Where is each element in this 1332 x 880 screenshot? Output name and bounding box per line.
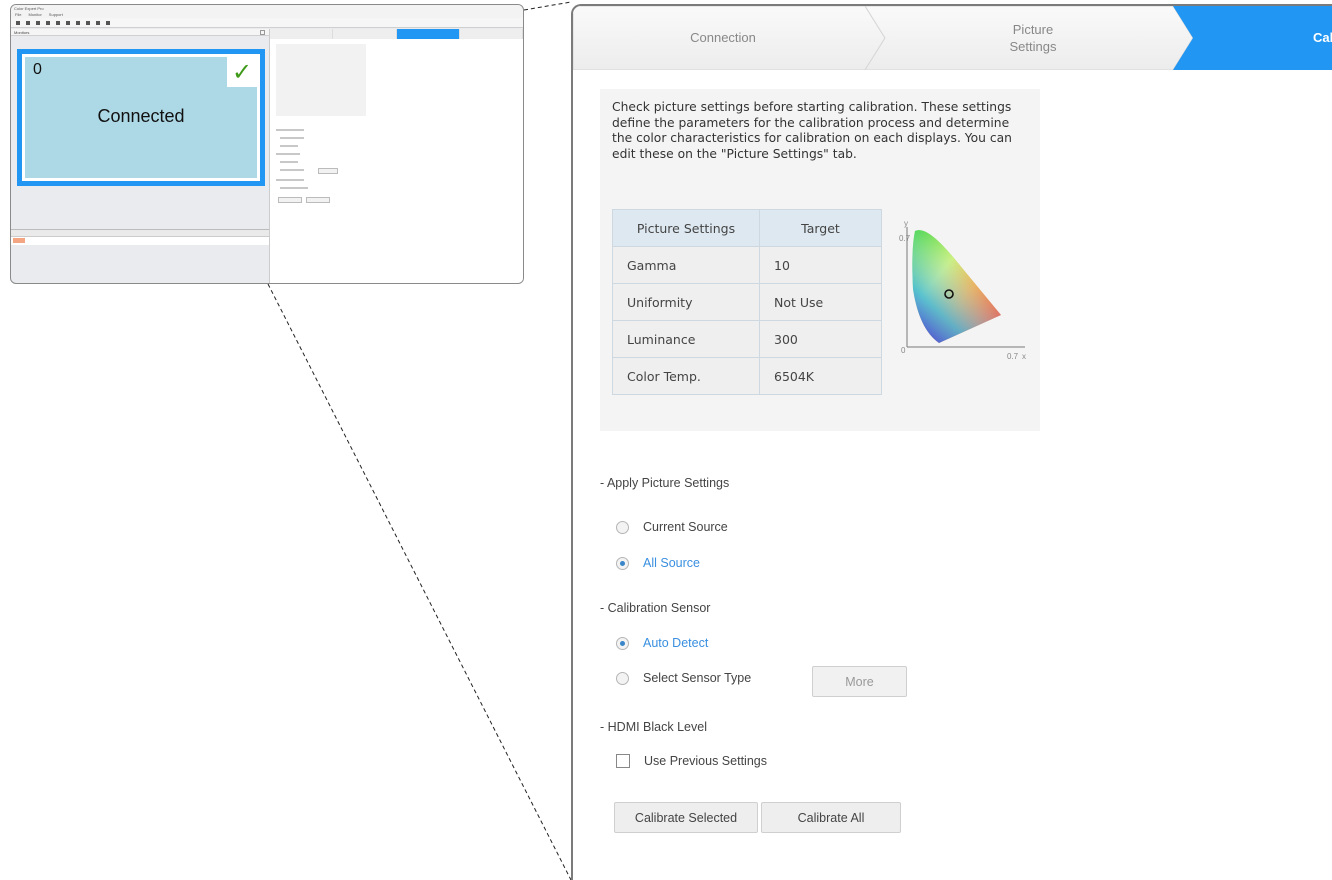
radio-button-icon[interactable] [616, 520, 629, 534]
wizard-tabs: Connection Picture Settings Cal [573, 6, 1332, 70]
checkbox-label: Use Previous Settings [644, 754, 767, 768]
calibrate-selected-button[interactable]: Calibrate Selected [614, 802, 758, 833]
table-cell: Color Temp. [612, 357, 760, 395]
table-cell: Gamma [612, 246, 760, 284]
radio-label: Select Sensor Type [643, 671, 752, 685]
table-cell: Not Use [759, 283, 882, 321]
gamut-x-tick-label: 0.7 [1007, 352, 1019, 361]
radio-all-source[interactable]: All Source [616, 556, 700, 570]
table-cell: 300 [759, 320, 882, 358]
apply-picture-settings-heading: - Apply Picture Settings [600, 476, 730, 490]
radio-label: Auto Detect [643, 636, 709, 650]
color-gamut-diagram: y 0.7 0 0.7 x [899, 219, 1026, 361]
gamut-y-axis-label: y [904, 219, 908, 228]
use-previous-settings-checkbox[interactable]: Use Previous Settings [616, 754, 767, 768]
hdmi-black-level-heading: - HDMI Black Level [600, 720, 707, 734]
tab-picture-settings-label[interactable]: Picture Settings [943, 21, 1123, 55]
table-cell: 6504K [759, 357, 882, 395]
radio-select-sensor-type[interactable]: Select Sensor Type [616, 671, 751, 685]
table-cell: Uniformity [612, 283, 760, 321]
table-cell: 10 [759, 246, 882, 284]
more-button[interactable]: More [812, 666, 907, 697]
gamut-origin-label: 0 [901, 346, 906, 355]
tab-connection-label[interactable]: Connection [633, 29, 813, 46]
table-header-cell: Picture Settings [612, 209, 760, 247]
table-header-cell: Target [759, 209, 882, 247]
gamut-y-tick-label: 0.7 [899, 234, 911, 243]
table-row: Gamma 10 [612, 246, 882, 284]
radio-button-icon[interactable] [616, 671, 629, 685]
table-cell: Luminance [612, 320, 760, 358]
radio-current-source[interactable]: Current Source [616, 520, 728, 534]
radio-label: Current Source [643, 520, 728, 534]
radio-label: All Source [643, 556, 700, 570]
calibration-sensor-heading: - Calibration Sensor [600, 601, 711, 615]
tab-calibration-shape[interactable] [1173, 6, 1332, 70]
table-row: Uniformity Not Use [612, 283, 882, 321]
gamut-x-axis-label: x [1022, 352, 1026, 361]
table-row: Luminance 300 [612, 320, 882, 358]
tab-calibration-label[interactable]: Cal [1313, 29, 1332, 46]
calibrate-all-button[interactable]: Calibrate All [761, 802, 901, 833]
radio-button-selected-icon[interactable] [616, 556, 629, 570]
checkbox-icon[interactable] [616, 754, 630, 768]
info-text: Check picture settings before starting c… [612, 100, 1012, 161]
calibration-panel: Connection Picture Settings Cal Check pi… [571, 4, 1332, 880]
picture-settings-table: Picture Settings Target Gamma 10 Uniform… [612, 209, 882, 395]
table-row: Color Temp. 6504K [612, 357, 882, 395]
radio-button-selected-icon[interactable] [616, 636, 629, 650]
picture-settings-summary: Check picture settings before starting c… [600, 89, 1040, 431]
gamut-blue-overlay [912, 230, 1001, 343]
radio-auto-detect[interactable]: Auto Detect [616, 636, 708, 650]
table-header-row: Picture Settings Target [612, 209, 882, 247]
